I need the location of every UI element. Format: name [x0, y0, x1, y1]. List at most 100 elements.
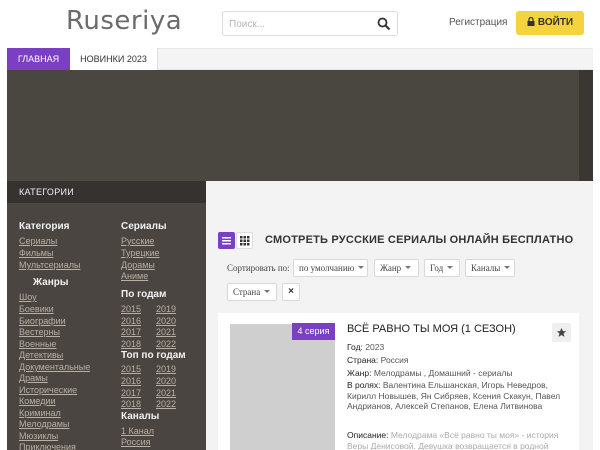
login-button[interactable]: ВОЙТИ: [516, 11, 584, 35]
country-select-value: Страна: [233, 287, 261, 297]
sidebar-link-films[interactable]: Фильмы: [19, 248, 53, 258]
sort-label: Сортировать по:: [227, 263, 290, 273]
cast-info: В ролях: Валентина Ельшанская, Игорь Нев…: [347, 380, 571, 412]
register-link[interactable]: Регистрация: [449, 17, 507, 28]
search-input[interactable]: [229, 16, 369, 32]
page-title: СМОТРЕТЬ РУССКИЕ СЕРИАЛЫ ОНЛАЙН БЕСПЛАТН…: [265, 234, 574, 246]
nav-item-home[interactable]: ГЛАВНАЯ: [7, 48, 70, 70]
genre-link[interactable]: Биографии: [19, 316, 66, 326]
top-year-link[interactable]: 2021: [156, 388, 176, 398]
sidebar-link-cartoons[interactable]: Мультсериалы: [19, 260, 80, 270]
genre-link[interactable]: Драмы: [19, 373, 48, 383]
cast-label: В ролях:: [347, 380, 381, 390]
serials-link[interactable]: Русские: [121, 236, 154, 246]
serials-link[interactable]: Турецкие: [121, 248, 160, 258]
sidebar-heading: КАТЕГОРИИ: [7, 181, 206, 203]
genre-label: Жанр:: [347, 368, 372, 378]
country-value: Россия: [380, 355, 409, 365]
top-year-link[interactable]: 2015: [121, 364, 141, 374]
chevron-down-icon: [264, 290, 271, 293]
serials-title: Сериалы: [121, 221, 167, 232]
year-select-value: Год: [430, 263, 444, 273]
grid-view-button[interactable]: [236, 232, 253, 249]
login-label: ВОЙТИ: [537, 17, 574, 28]
top-year-link[interactable]: 2018: [121, 399, 141, 409]
genre-link[interactable]: Мюзиклы: [19, 431, 58, 441]
year-select[interactable]: Год: [424, 259, 460, 277]
description-info: Описание: Мелодрама «Всё равно ты моя» -…: [347, 430, 571, 450]
year-link[interactable]: 2020: [156, 316, 176, 326]
serials-link[interactable]: Дорамы: [121, 260, 155, 270]
channels-select-value: Каналы: [471, 263, 501, 273]
year-link[interactable]: 2022: [156, 339, 176, 349]
channel-link[interactable]: 1 Канал: [121, 426, 154, 436]
genre-link[interactable]: Шоу: [19, 292, 37, 302]
genre-link[interactable]: Детективы: [19, 350, 63, 360]
sidebar: КАТЕГОРИИ Категория Сериалы Фильмы Мульт…: [7, 181, 206, 450]
genre-link[interactable]: Исторические: [19, 385, 77, 395]
genre-link[interactable]: Комедии: [19, 396, 56, 406]
search-box[interactable]: [222, 11, 398, 36]
year-link[interactable]: 2017: [121, 327, 141, 337]
card-title[interactable]: ВСЁ РАВНО ТЫ МОЯ (1 СЕЗОН): [347, 323, 516, 335]
category-title: Категория: [19, 221, 70, 232]
genre-select[interactable]: Жанр: [374, 259, 419, 277]
chevron-down-icon: [447, 266, 454, 269]
genre-link[interactable]: Мелодрамы: [19, 419, 69, 429]
sort-select-value: по умолчанию: [299, 263, 355, 273]
poster-image[interactable]: [230, 324, 335, 450]
chevron-down-icon: [405, 266, 412, 269]
banner: [7, 70, 593, 181]
genre-link[interactable]: Вестерны: [19, 327, 60, 337]
year-link[interactable]: 2021: [156, 327, 176, 337]
list-view-button[interactable]: [218, 232, 235, 249]
year-info: Год: 2023: [347, 342, 571, 353]
channels-select[interactable]: Каналы: [465, 259, 515, 277]
genre-link[interactable]: Военные: [19, 339, 56, 349]
year-link[interactable]: 2016: [121, 316, 141, 326]
lock-icon: [527, 17, 535, 26]
year-link[interactable]: 2015: [121, 304, 141, 314]
country-select[interactable]: Страна: [227, 283, 277, 301]
clear-filters-button[interactable]: ×: [282, 283, 300, 301]
genre-link[interactable]: Документальные: [19, 362, 90, 372]
top-year-link[interactable]: 2022: [156, 399, 176, 409]
top-year-link[interactable]: 2019: [156, 364, 176, 374]
serials-link[interactable]: Аниме: [121, 271, 148, 281]
chevron-down-icon: [504, 266, 511, 269]
channel-link[interactable]: Россия: [121, 437, 151, 447]
serial-card: 4 серия ВСЁ РАВНО ТЫ МОЯ (1 СЕЗОН) Год: …: [218, 313, 579, 450]
country-info: Страна: Россия: [347, 355, 571, 366]
sort-select[interactable]: по умолчанию: [293, 259, 368, 277]
chevron-down-icon: [358, 266, 365, 269]
genre-info: Жанр: Мелодрамы , Домашний - сериалы: [347, 368, 571, 379]
genre-link[interactable]: Боевики: [19, 304, 54, 314]
episode-badge: 4 серия: [292, 323, 335, 340]
year-link[interactable]: 2018: [121, 339, 141, 349]
nav-item-new-2023[interactable]: НОВИНКИ 2023: [70, 48, 158, 70]
channels-title: Каналы: [121, 411, 160, 422]
description-label: Описание:: [347, 430, 389, 440]
top-by-year-title: Топ по годам: [121, 350, 186, 361]
genre-select-value: Жанр: [380, 263, 402, 273]
year-value: 2023: [365, 342, 385, 352]
sidebar-link-serials[interactable]: Сериалы: [19, 236, 57, 246]
star-icon: [556, 327, 567, 337]
genre-value: Мелодрамы , Домашний - сериалы: [373, 368, 513, 378]
main-nav: ГЛАВНАЯ НОВИНКИ 2023: [7, 48, 593, 70]
main-content: СМОТРЕТЬ РУССКИЕ СЕРИАЛЫ ОНЛАЙН БЕСПЛАТН…: [206, 181, 593, 450]
year-link[interactable]: 2019: [156, 304, 176, 314]
favorite-button[interactable]: [552, 323, 571, 342]
grid-icon: [240, 236, 250, 246]
genre-link[interactable]: Приключения: [19, 442, 76, 450]
site-logo[interactable]: Ruseriya: [66, 6, 182, 36]
search-icon[interactable]: [377, 17, 391, 31]
country-label: Страна:: [347, 355, 379, 365]
top-year-link[interactable]: 2016: [121, 376, 141, 386]
top-year-link[interactable]: 2017: [121, 388, 141, 398]
top-year-link[interactable]: 2020: [156, 376, 176, 386]
site-header: Ruseriya Регистрация ВОЙТИ: [0, 0, 600, 48]
genres-title: Жанры: [33, 277, 69, 288]
genre-link[interactable]: Криминал: [19, 408, 61, 418]
banner-edge: [579, 70, 593, 181]
